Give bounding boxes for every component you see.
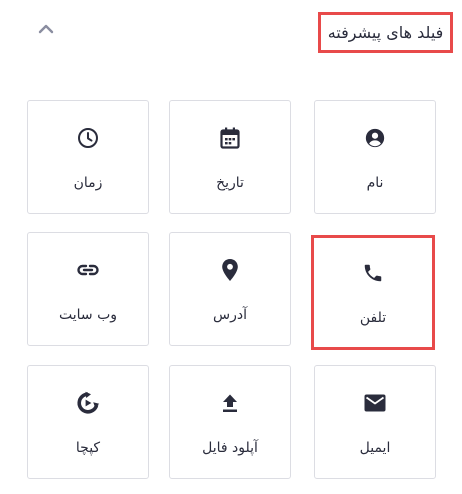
field-card-time[interactable]: زمان: [27, 100, 149, 214]
field-card-date[interactable]: تاریخ: [169, 100, 291, 214]
field-card-phone[interactable]: تلفن: [311, 235, 435, 350]
clock-icon: [28, 125, 148, 151]
field-label: کپچا: [75, 440, 101, 456]
field-label: ایمیل: [359, 440, 391, 456]
field-label: آپلود فایل: [202, 440, 258, 456]
field-label: تاریخ: [216, 175, 244, 191]
field-card-file-upload[interactable]: آپلود فایل: [169, 365, 291, 479]
field-card-email[interactable]: ایمیل: [314, 365, 436, 479]
field-label: نام: [366, 175, 384, 191]
field-card-website[interactable]: وب سایت: [27, 232, 149, 346]
field-card-captcha[interactable]: کپچا: [27, 365, 149, 479]
link-icon: [28, 257, 148, 283]
field-card-name[interactable]: نام: [314, 100, 436, 214]
map-pin-icon: [170, 257, 290, 283]
recaptcha-icon: [28, 390, 148, 416]
upload-icon: [170, 390, 290, 416]
field-grid: نام تاریخ زمان تلفن آدرس وب سایت ایمیل آ…: [0, 0, 462, 494]
field-label: آدرس: [213, 307, 247, 323]
envelope-icon: [315, 390, 435, 416]
calendar-icon: [170, 125, 290, 151]
field-label: زمان: [73, 175, 103, 191]
phone-icon: [314, 260, 432, 286]
field-label: تلفن: [359, 310, 387, 326]
user-circle-icon: [315, 125, 435, 151]
field-label: وب سایت: [58, 307, 118, 323]
field-card-address[interactable]: آدرس: [169, 232, 291, 346]
